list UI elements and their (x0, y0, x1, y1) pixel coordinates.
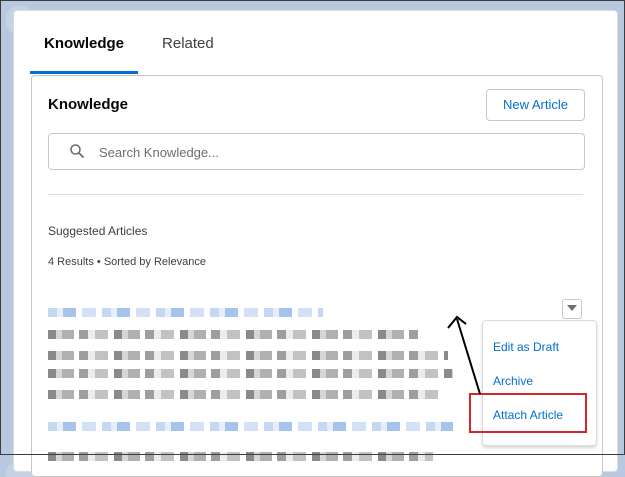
suggested-articles-label: Suggested Articles (48, 224, 148, 238)
panel-title: Knowledge (48, 96, 129, 113)
article-title-redacted[interactable] (48, 308, 323, 317)
article-title-redacted[interactable] (48, 422, 453, 431)
tab-bar: Knowledge Related (30, 35, 228, 74)
results-summary: 4 Results • Sorted by Relevance (48, 256, 206, 268)
chevron-down-icon (567, 305, 577, 311)
tab-related[interactable]: Related (148, 35, 228, 71)
menu-item-attach-article[interactable]: Attach Article (493, 408, 563, 422)
article-text-redacted (48, 390, 443, 399)
divider (48, 194, 583, 195)
search-input[interactable] (97, 134, 571, 171)
tab-knowledge[interactable]: Knowledge (30, 35, 139, 74)
menu-item-edit-as-draft[interactable]: Edit as Draft (493, 340, 559, 354)
menu-item-archive[interactable]: Archive (493, 374, 533, 388)
annotation-arrow (447, 315, 481, 395)
article-text-redacted (48, 330, 418, 339)
article-text-redacted (48, 452, 433, 461)
article-actions-menu: Edit as Draft Archive Attach Article (482, 320, 597, 446)
search-icon (69, 143, 85, 159)
new-article-button[interactable]: New Article (486, 89, 585, 121)
article-menu-toggle[interactable] (562, 299, 582, 319)
article-text-redacted (48, 351, 448, 360)
article-text-redacted (48, 369, 453, 378)
search-box[interactable] (48, 133, 585, 171)
